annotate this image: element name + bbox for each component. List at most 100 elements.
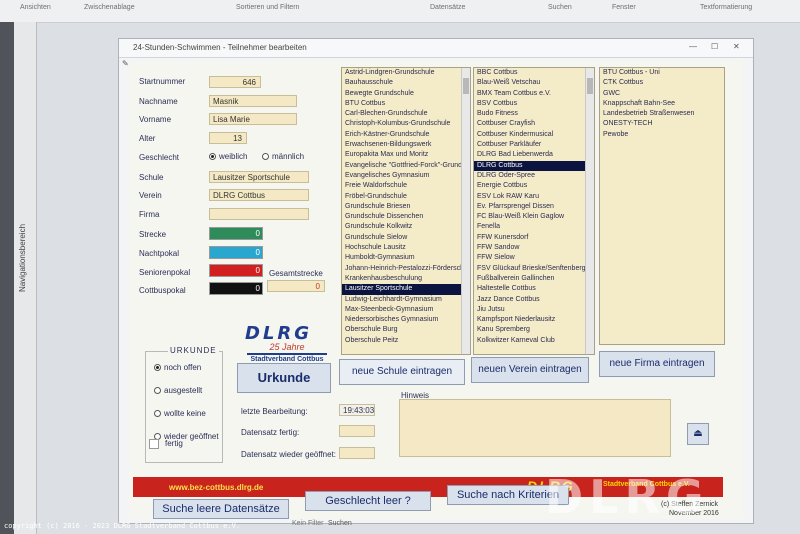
maximize-icon[interactable]: ☐ xyxy=(711,42,718,51)
urkunde-button[interactable]: Urkunde xyxy=(237,363,331,393)
list-item[interactable]: Evangelisches Gymnasium xyxy=(342,171,470,181)
status-search[interactable]: Suchen xyxy=(328,520,352,527)
list-item[interactable]: Grundschule Sielow xyxy=(342,233,470,243)
schule-field[interactable]: Lausitzer Sportschule xyxy=(209,171,309,183)
list-item[interactable]: Cottbuser Kindermusical xyxy=(474,130,594,140)
list-item[interactable]: Grundschule Briesen xyxy=(342,202,470,212)
list-item[interactable]: Jiu Jutsu xyxy=(474,305,594,315)
list-item[interactable]: Pewobe xyxy=(600,130,724,140)
fertig-checkbox[interactable] xyxy=(149,439,159,449)
urkunde-noch-offen-radio[interactable] xyxy=(154,364,161,371)
list-item[interactable]: Cottbuser Parkläufer xyxy=(474,140,594,150)
list-item[interactable]: FFW Sielow xyxy=(474,253,594,263)
list-item[interactable]: Freie Waldorfschule xyxy=(342,181,470,191)
list-item[interactable]: Grundschule Dissenchen xyxy=(342,212,470,222)
list-item[interactable]: BTU Cottbus - Uni xyxy=(600,68,724,78)
list-item[interactable]: Christoph-Kolumbus-Grundschule xyxy=(342,119,470,129)
list-item[interactable]: DLRG Oder-Spree xyxy=(474,171,594,181)
list-item[interactable]: CTK Cottbus xyxy=(600,78,724,88)
vereine-scrollbar[interactable] xyxy=(585,68,594,354)
cottbuspokal-bar[interactable]: 0 xyxy=(209,282,263,295)
list-item[interactable]: Oberschule Peitz xyxy=(342,336,470,346)
list-item[interactable]: Erich-Kästner-Grundschule xyxy=(342,130,470,140)
list-item[interactable]: FSV Glückauf Brieske/Senftenberg xyxy=(474,264,594,274)
list-item[interactable]: Astrid-Lindgren-Grundschule xyxy=(342,68,470,78)
footer-url[interactable]: www.bez-cottbus.dlrg.de xyxy=(169,483,263,492)
nachname-field[interactable]: Masnik xyxy=(209,95,297,107)
list-item[interactable]: FFW Kunersdorf xyxy=(474,233,594,243)
firmen-list[interactable]: BTU Cottbus - Uni CTK Cottbus GWC Knappscha… xyxy=(599,67,725,345)
list-item[interactable]: Blau-Weiß Vetschau xyxy=(474,78,594,88)
list-item[interactable]: Kolkwitzer Karneval Club xyxy=(474,336,594,346)
status-filter[interactable]: Kein Filter xyxy=(292,520,324,527)
list-item[interactable]: Kanu Spremberg xyxy=(474,325,594,335)
list-item[interactable]: ESV Lok RAW Karu xyxy=(474,192,594,202)
list-item[interactable]: Kampfsport Niederlausitz xyxy=(474,315,594,325)
list-item[interactable]: DLRG Bad Liebenwerda xyxy=(474,150,594,160)
list-item[interactable]: BTU Cottbus xyxy=(342,99,470,109)
list-item[interactable]: Carl-Blechen-Grundschule xyxy=(342,109,470,119)
list-item[interactable]: FFW Sandow xyxy=(474,243,594,253)
list-item[interactable]: Cottbuser Crayfish xyxy=(474,119,594,129)
list-item[interactable]: Niedersorbisches Gymnasium xyxy=(342,315,470,325)
list-item[interactable]: Fröbel-Grundschule xyxy=(342,192,470,202)
navigation-pane[interactable]: Navigationsbereich xyxy=(14,22,37,534)
datensatz-fertig-field[interactable] xyxy=(339,425,375,437)
list-item[interactable]: Jazz Dance Cottbus xyxy=(474,295,594,305)
list-item[interactable]: Fenella xyxy=(474,222,594,232)
urkunde-wollte-keine-radio[interactable] xyxy=(154,410,161,417)
hinweis-field[interactable] xyxy=(399,399,671,457)
vereine-list[interactable]: BBC Cottbus Blau-Weiß Vetschau BMX Team Co… xyxy=(473,67,595,355)
list-item[interactable]: GWC xyxy=(600,89,724,99)
strecke-bar[interactable]: 0 xyxy=(209,227,263,240)
neue-schule-button[interactable]: neue Schule eintragen xyxy=(339,359,465,385)
geschlecht-maennlich-radio[interactable] xyxy=(262,153,269,160)
list-item[interactable]: Knappschaft Bahn-See xyxy=(600,99,724,109)
list-item[interactable]: Landesbetrieb Straßenwesen xyxy=(600,109,724,119)
schulen-scrollbar[interactable] xyxy=(461,68,470,354)
startnummer-field[interactable]: 646 xyxy=(209,76,261,88)
list-item[interactable]: BMX Team Cottbus e.V. xyxy=(474,89,594,99)
list-item[interactable]: Oberschule Burg xyxy=(342,325,470,335)
vorname-field[interactable]: Lisa Marie xyxy=(209,113,297,125)
nachtpokal-bar[interactable]: 0 xyxy=(209,246,263,259)
list-item[interactable]: FC Blau-Weiß Klein Gaglow xyxy=(474,212,594,222)
seniorenpokal-bar[interactable]: 0 xyxy=(209,264,263,277)
list-item[interactable]: Europakita Max und Moritz xyxy=(342,150,470,160)
alter-field[interactable]: 13 xyxy=(209,132,247,144)
verein-field[interactable]: DLRG Cottbus xyxy=(209,189,309,201)
list-item[interactable]: BBC Cottbus xyxy=(474,68,594,78)
list-item[interactable]: Budo Fitness xyxy=(474,109,594,119)
list-item[interactable]: ONESTY-TECH xyxy=(600,119,724,129)
list-item[interactable]: Ev. Pfarrsprengel Dissen xyxy=(474,202,594,212)
list-item[interactable]: Fußballverein Gallinchen xyxy=(474,274,594,284)
list-item[interactable]: Bauhausschule xyxy=(342,78,470,88)
list-item[interactable]: Humboldt-Gymnasium xyxy=(342,253,470,263)
list-item[interactable]: Johann-Heinrich-Pestalozzi-Förderscl xyxy=(342,264,470,274)
list-item[interactable]: Evangelische "Gottfried-Forck"-Grund xyxy=(342,161,470,171)
datensatz-geoeffnet-field[interactable] xyxy=(339,447,375,459)
urkunde-ausgestellt-radio[interactable] xyxy=(154,387,161,394)
neue-firma-button[interactable]: neue Firma eintragen xyxy=(599,351,715,377)
list-item[interactable]: Bewegte Grundschule xyxy=(342,89,470,99)
neuer-verein-button[interactable]: neuen Verein eintragen xyxy=(471,357,589,383)
firma-field[interactable] xyxy=(209,208,309,220)
geschlecht-leer-button[interactable]: Geschlecht leer ? xyxy=(305,491,431,511)
list-item[interactable]: DLRG Cottbus xyxy=(474,160,594,171)
list-item[interactable]: Hochschule Lausitz xyxy=(342,243,470,253)
schulen-list[interactable]: Astrid-Lindgren-Grundschule Bauhausschule… xyxy=(341,67,471,355)
geschlecht-weiblich-radio[interactable] xyxy=(209,153,216,160)
close-icon[interactable]: ✕ xyxy=(733,42,740,51)
list-item[interactable]: Max-Steenbeck-Gymnasium xyxy=(342,305,470,315)
list-item[interactable]: Grundschule Kolkwitz xyxy=(342,222,470,232)
list-item[interactable]: Haltestelle Cottbus xyxy=(474,284,594,294)
list-item[interactable]: Lausitzer Sportschule xyxy=(342,284,470,295)
list-item[interactable]: BSV Cottbus xyxy=(474,99,594,109)
suche-leere-button[interactable]: Suche leere Datensätze xyxy=(153,499,289,519)
minimize-icon[interactable]: — xyxy=(689,42,697,51)
door-exit-icon[interactable]: ⏏ xyxy=(687,423,709,445)
list-item[interactable]: Energie Cottbus xyxy=(474,181,594,191)
list-item[interactable]: Ludwig-Leichhardt-Gymnasium xyxy=(342,295,470,305)
list-item[interactable]: Erwachsenen-Bildungswerk xyxy=(342,140,470,150)
list-item[interactable]: Krankenhausbeschulung xyxy=(342,274,470,284)
